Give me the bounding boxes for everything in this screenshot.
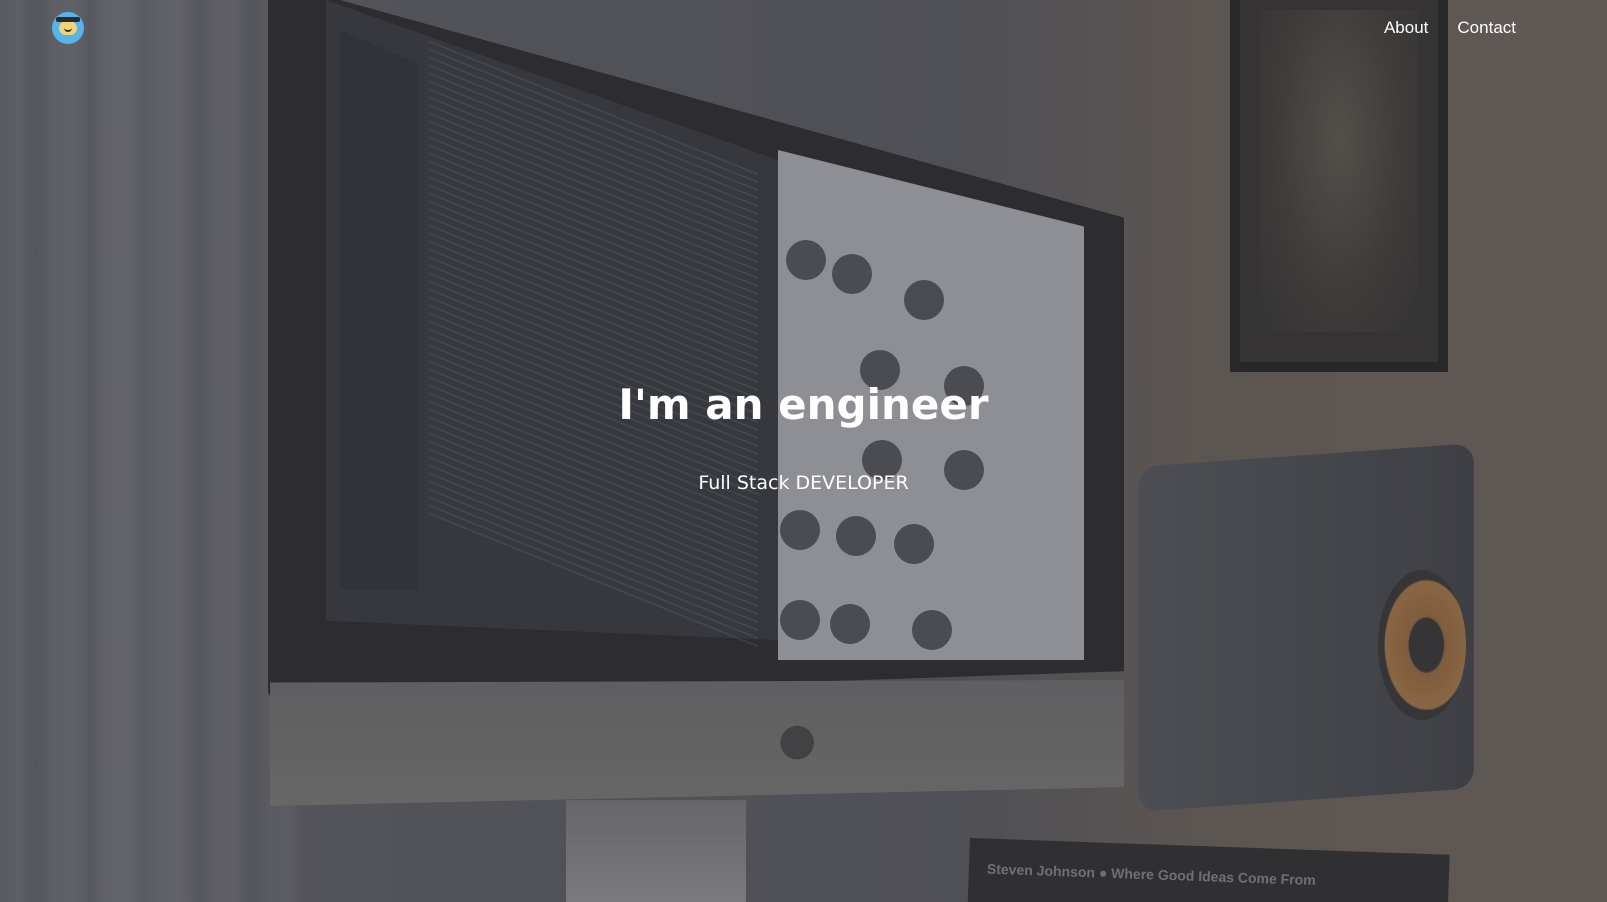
graduation-cap-emoji-icon	[56, 17, 80, 35]
hero-title: I'm an engineer	[618, 380, 989, 429]
top-nav: About Contact	[1384, 18, 1516, 38]
site-logo-icon[interactable]	[52, 12, 84, 44]
hero-subtitle: Full Stack DEVELOPER	[698, 472, 909, 494]
dark-overlay	[0, 0, 1607, 902]
hero-section: ● Steven Johnson ● Where Good Ideas Come…	[0, 0, 1607, 902]
nav-link-about[interactable]: About	[1384, 18, 1428, 38]
nav-link-contact[interactable]: Contact	[1457, 18, 1516, 38]
